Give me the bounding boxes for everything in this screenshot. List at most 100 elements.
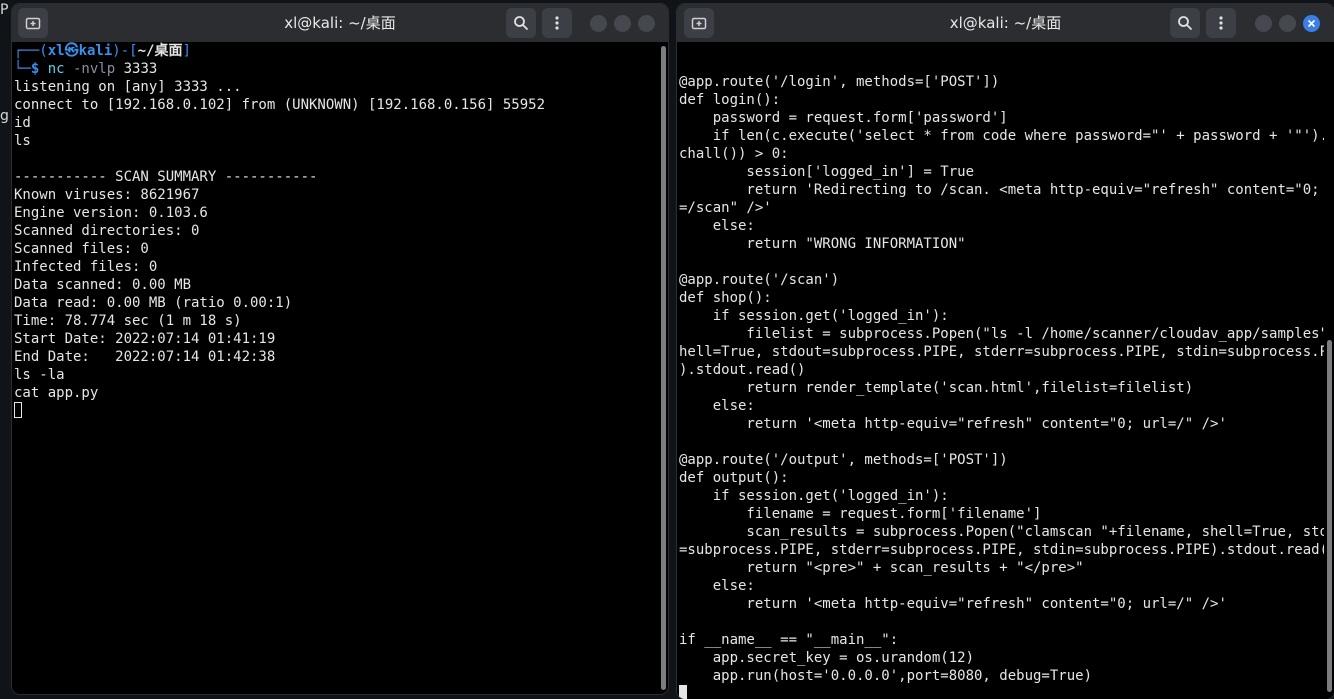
terminal-line: filename = request.form['filename'] xyxy=(679,506,1042,522)
terminal-line: app.secret_key = os.urandom(12) xyxy=(679,650,975,666)
command-argument: 3333 xyxy=(115,61,158,77)
close-button[interactable] xyxy=(1303,15,1320,32)
terminal-line: ----------- SCAN SUMMARY ----------- xyxy=(14,169,318,185)
close-button[interactable] xyxy=(638,15,655,32)
terminal-line: def output(): xyxy=(679,470,789,486)
terminal-line: Time: 78.774 sec (1 m 18 s) xyxy=(14,313,242,329)
terminal-line: password = request.form['password'] xyxy=(679,110,1008,126)
terminal-line: ).stdout.read() xyxy=(679,362,806,378)
prompt-frame: └─ xyxy=(14,61,31,77)
prompt-dollar: $ xyxy=(30,61,48,77)
maximize-button[interactable] xyxy=(1279,15,1296,32)
terminal-window-right[interactable]: xl@kali: ~/桌面 @app.route('/login', metho… xyxy=(677,4,1334,699)
terminal-line: Scanned directories: 0 xyxy=(14,223,200,239)
terminal-line: Infected files: 0 xyxy=(14,259,158,275)
scrollbar[interactable] xyxy=(658,42,668,694)
terminal-line: listening on [any] 3333 ... xyxy=(14,79,242,95)
terminal-line: else: xyxy=(679,398,755,414)
terminal-line: Data read: 0.00 MB (ratio 0.00:1) xyxy=(14,295,293,311)
text-cursor xyxy=(679,685,687,699)
terminal-line: @app.route('/scan') xyxy=(679,272,840,288)
minimize-icon xyxy=(1259,19,1268,28)
terminal-line: Engine version: 0.103.6 xyxy=(14,205,208,221)
terminal-line: session['logged_in'] = True xyxy=(679,164,975,180)
maximize-icon xyxy=(618,19,627,28)
scrollbar-thumb[interactable] xyxy=(661,46,666,690)
terminal-output[interactable]: ┌──(xl㉿kali)-[~/桌面] └─$ nc -nvlp 3333 li… xyxy=(12,42,668,694)
text-cursor xyxy=(14,402,22,418)
terminal-line: Data scanned: 0.00 MB xyxy=(14,277,192,293)
terminal-line: @app.route('/output', methods=['POST']) xyxy=(679,452,1008,468)
background-text-fragment: g xyxy=(0,108,9,124)
titlebar[interactable]: xl@kali: ~/桌面 xyxy=(677,4,1334,42)
prompt-frame: ┌──( xyxy=(14,43,48,59)
prompt-user: xl㉿kali xyxy=(47,43,113,59)
terminal-line: hell=True, stdout=subprocess.PIPE, stder… xyxy=(679,344,1334,360)
prompt-path: ~/桌面 xyxy=(137,43,183,59)
terminal-line: return '<meta http-equiv="refresh" conte… xyxy=(679,416,1227,432)
terminal-window-left[interactable]: xl@kali: ~/桌面 ┌──(xl㉿kali)-[~/桌面] └─$ nc… xyxy=(12,4,668,694)
terminal-line: End Date: 2022:07:14 01:42:38 xyxy=(14,349,276,365)
terminal-line: if len(c.execute('select * from code whe… xyxy=(679,128,1334,144)
terminal-text: @app.route('/login', methods=['POST']) d… xyxy=(679,55,1334,699)
minimize-icon xyxy=(594,19,603,28)
terminal-line: return 'Redirecting to /scan. <meta http… xyxy=(679,182,1334,198)
new-tab-button[interactable] xyxy=(684,8,714,38)
background-text-fragment: P xyxy=(0,2,9,18)
terminal-line: connect to [192.168.0.102] from (UNKNOWN… xyxy=(14,97,546,113)
maximize-icon xyxy=(1283,19,1292,28)
desktop: P g xl@kali: ~/桌面 ┌──(xl㉿kali)-[~/桌面] └─… xyxy=(0,0,1334,699)
minimize-button[interactable] xyxy=(1255,15,1272,32)
terminal-text: ┌──(xl㉿kali)-[~/桌面] └─$ nc -nvlp 3333 li… xyxy=(14,42,545,420)
terminal-line: id xyxy=(14,115,31,131)
kebab-menu-icon xyxy=(555,16,559,30)
terminal-line: ls -la xyxy=(14,367,65,383)
search-icon xyxy=(1178,16,1193,31)
terminal-line: if __name__ == "__main__": xyxy=(679,632,899,648)
terminal-line: def login(): xyxy=(679,92,781,108)
scrollbar-thumb[interactable] xyxy=(1327,340,1332,692)
terminal-line: ls xyxy=(14,133,31,149)
menu-button[interactable] xyxy=(1206,8,1236,38)
titlebar[interactable]: xl@kali: ~/桌面 xyxy=(12,4,668,42)
terminal-line: cat app.py xyxy=(14,385,99,401)
menu-button[interactable] xyxy=(542,8,572,38)
terminal-line: else: xyxy=(679,218,755,234)
output-lines: listening on [any] 3333 ... connect to [… xyxy=(14,79,545,401)
code-lines: @app.route('/login', methods=['POST']) d… xyxy=(679,74,1334,684)
new-tab-button[interactable] xyxy=(18,8,48,38)
new-tab-icon xyxy=(691,17,707,30)
terminal-line: return render_template('scan.html',filel… xyxy=(679,380,1194,396)
prompt-frame: ] xyxy=(182,43,191,59)
command-name: nc xyxy=(47,61,65,77)
terminal-line: return '<meta http-equiv="refresh" conte… xyxy=(679,596,1227,612)
terminal-line: app.run(host='0.0.0.0',port=8080, debug=… xyxy=(679,668,1093,684)
minimize-button[interactable] xyxy=(590,15,607,32)
search-button[interactable] xyxy=(1170,8,1200,38)
search-button[interactable] xyxy=(506,8,536,38)
command-option: -nvlp xyxy=(64,61,116,77)
terminal-line: scan_results = subprocess.Popen("clamsca… xyxy=(679,524,1334,540)
terminal-line: =subprocess.PIPE, stderr=subprocess.PIPE… xyxy=(679,542,1334,558)
terminal-line: Scanned files: 0 xyxy=(14,241,149,257)
terminal-line: if session.get('logged_in'): xyxy=(679,488,949,504)
terminal-line: return "WRONG INFORMATION" xyxy=(679,236,966,252)
maximize-button[interactable] xyxy=(614,15,631,32)
kebab-menu-icon xyxy=(1219,16,1223,30)
close-icon xyxy=(642,19,651,28)
close-icon xyxy=(1307,19,1316,28)
terminal-line: return "<pre>" + scan_results + "</pre>" xyxy=(679,560,1084,576)
new-tab-icon xyxy=(25,17,41,30)
terminal-line: else: xyxy=(679,578,755,594)
terminal-line: Known viruses: 8621967 xyxy=(14,187,200,203)
search-icon xyxy=(514,16,529,31)
terminal-line: if session.get('logged_in'): xyxy=(679,308,949,324)
terminal-line: filelist = subprocess.Popen("ls -l /home… xyxy=(679,326,1334,342)
terminal-line: =/scan" />' xyxy=(679,200,772,216)
prompt-frame: )-[ xyxy=(112,43,138,59)
terminal-output[interactable]: @app.route('/login', methods=['POST']) d… xyxy=(677,42,1334,699)
scrollbar[interactable] xyxy=(1324,42,1334,699)
terminal-line: chall()) > 0: xyxy=(679,146,789,162)
terminal-line: @app.route('/login', methods=['POST']) xyxy=(679,74,1000,90)
terminal-line: Start Date: 2022:07:14 01:41:19 xyxy=(14,331,276,347)
